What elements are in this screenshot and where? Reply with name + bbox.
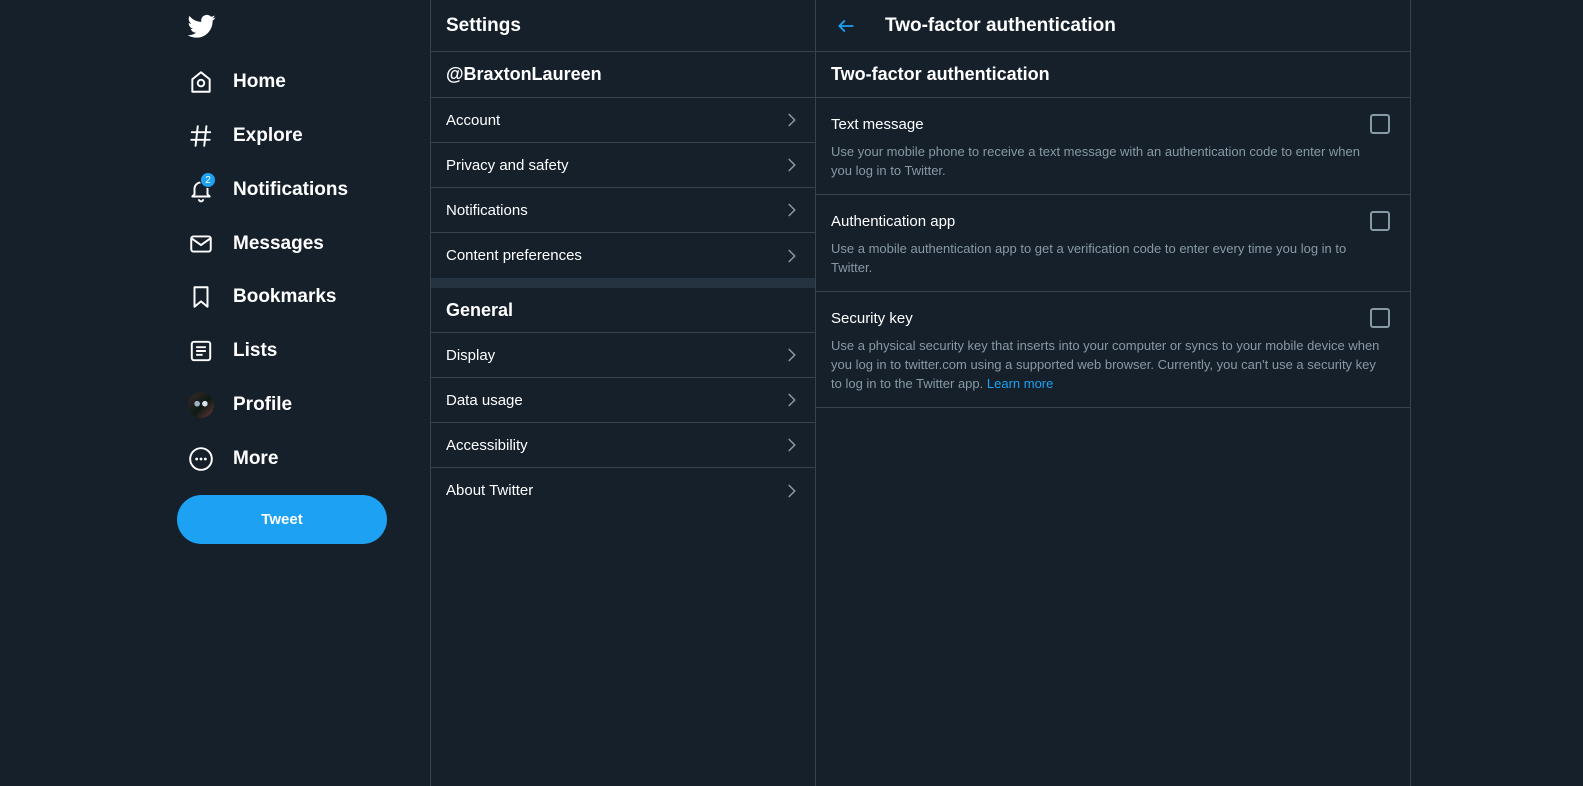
two-factor-column: Two-factor authentication Two-factor aut… bbox=[816, 0, 1411, 786]
settings-title: Settings bbox=[431, 0, 815, 52]
home-icon bbox=[188, 69, 214, 95]
settings-row-content-preferences[interactable]: Content preferences bbox=[431, 233, 815, 278]
option-description: Use a physical security key that inserts… bbox=[831, 336, 1395, 393]
sidebar-nav: Home Explore 2 Notifications Messages Bo… bbox=[176, 0, 430, 786]
more-icon bbox=[188, 446, 214, 472]
security-key-checkbox[interactable] bbox=[1370, 308, 1390, 328]
chevron-right-icon bbox=[788, 348, 796, 362]
row-label: Privacy and safety bbox=[446, 156, 569, 174]
row-label: Content preferences bbox=[446, 247, 582, 264]
option-text-message: Text message Use your mobile phone to re… bbox=[816, 98, 1410, 195]
bookmark-icon bbox=[188, 284, 214, 310]
nav-item-lists[interactable]: Lists bbox=[176, 329, 289, 373]
back-button[interactable] bbox=[831, 11, 861, 41]
nav-label: Profile bbox=[233, 394, 293, 415]
option-title: Security key bbox=[831, 309, 913, 327]
section-divider bbox=[431, 278, 815, 288]
nav-item-profile[interactable]: Profile bbox=[176, 383, 304, 427]
row-label: Notifications bbox=[446, 201, 528, 219]
settings-row-notifications[interactable]: Notifications bbox=[431, 188, 815, 233]
nav-item-notifications[interactable]: 2 Notifications bbox=[176, 168, 360, 212]
account-handle: @BraxtonLaureen bbox=[431, 52, 815, 98]
option-description: Use your mobile phone to receive a text … bbox=[831, 144, 1360, 178]
nav-label: Messages bbox=[233, 233, 324, 254]
nav-item-explore[interactable]: Explore bbox=[176, 114, 315, 158]
nav-item-messages[interactable]: Messages bbox=[176, 222, 336, 266]
notification-badge: 2 bbox=[200, 172, 216, 188]
chevron-right-icon bbox=[788, 113, 796, 127]
nav-label: Home bbox=[233, 71, 286, 92]
option-description: Use a mobile authentication app to get a… bbox=[831, 241, 1347, 275]
nav-label: Bookmarks bbox=[233, 286, 337, 307]
app: Home Explore 2 Notifications Messages Bo… bbox=[0, 0, 1583, 786]
two-factor-header: Two-factor authentication bbox=[816, 0, 1410, 52]
chevron-right-icon bbox=[788, 393, 796, 407]
settings-row-data-usage[interactable]: Data usage bbox=[431, 378, 815, 423]
nav-item-home[interactable]: Home bbox=[176, 60, 298, 104]
chevron-right-icon bbox=[788, 438, 796, 452]
bell-icon: 2 bbox=[188, 172, 216, 203]
nav-item-bookmarks[interactable]: Bookmarks bbox=[176, 275, 349, 319]
nav-label: Lists bbox=[233, 340, 278, 361]
chevron-right-icon bbox=[788, 483, 796, 498]
chevron-right-icon bbox=[788, 203, 796, 217]
row-label: About Twitter bbox=[446, 482, 534, 499]
page-title: Two-factor authentication bbox=[885, 14, 1116, 36]
option-authentication-app: Authentication app Use a mobile authenti… bbox=[816, 195, 1410, 292]
list-icon bbox=[188, 338, 214, 364]
tweet-button[interactable]: Tweet bbox=[177, 495, 387, 544]
hashtag-icon bbox=[188, 123, 214, 149]
avatar bbox=[188, 392, 214, 418]
option-security-key: Security key Use a physical security key… bbox=[816, 292, 1410, 408]
nav-item-more[interactable]: More bbox=[176, 437, 290, 481]
nav-label: Explore bbox=[233, 125, 303, 146]
authentication-app-checkbox[interactable] bbox=[1370, 211, 1390, 231]
option-title: Text message bbox=[831, 115, 924, 133]
settings-row-about-twitter[interactable]: About Twitter bbox=[431, 468, 815, 513]
row-label: Data usage bbox=[446, 391, 523, 409]
nav-label: More bbox=[233, 448, 279, 469]
back-arrow-icon bbox=[838, 19, 854, 32]
chevron-right-icon bbox=[788, 248, 796, 263]
twitter-logo-icon[interactable] bbox=[187, 12, 216, 40]
envelope-icon bbox=[188, 231, 214, 257]
section-heading: Two-factor authentication bbox=[816, 52, 1410, 98]
option-title: Authentication app bbox=[831, 212, 956, 230]
chevron-right-icon bbox=[788, 158, 796, 172]
settings-row-display[interactable]: Display bbox=[431, 333, 815, 378]
nav-label: Notifications bbox=[233, 179, 349, 200]
settings-row-privacy[interactable]: Privacy and safety bbox=[431, 143, 815, 188]
row-label: Account bbox=[446, 111, 501, 129]
learn-more-link[interactable]: Learn more bbox=[987, 376, 1053, 391]
general-title: General bbox=[431, 288, 815, 333]
row-label: Display bbox=[446, 346, 496, 364]
settings-row-account[interactable]: Account bbox=[431, 98, 815, 143]
row-label: Accessibility bbox=[446, 436, 528, 454]
settings-row-accessibility[interactable]: Accessibility bbox=[431, 423, 815, 468]
text-message-checkbox[interactable] bbox=[1370, 114, 1390, 134]
settings-column: Settings @BraxtonLaureen Account Privacy… bbox=[430, 0, 816, 786]
description-text: Use a physical security key that inserts… bbox=[831, 338, 1380, 391]
